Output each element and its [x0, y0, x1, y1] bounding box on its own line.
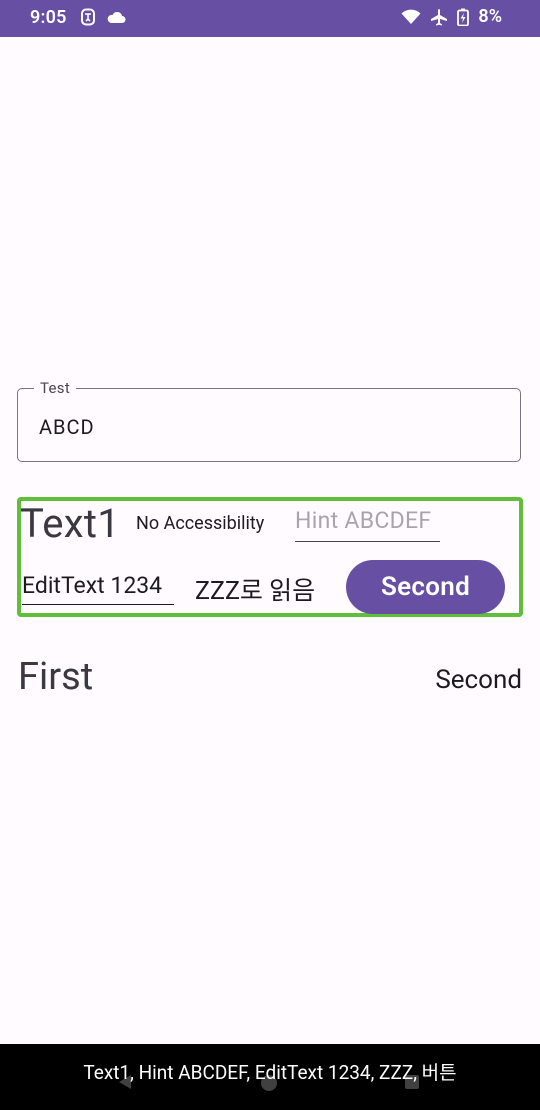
accessibility-icon: [80, 8, 96, 26]
test-field-value[interactable]: ABCD: [39, 415, 95, 439]
status-bar: 9:05 8%: [0, 0, 540, 37]
wifi-icon: [401, 9, 421, 25]
no-accessibility-text: No Accessibility: [136, 513, 265, 534]
second-button-label: Second: [380, 572, 471, 602]
status-time: 9:05: [30, 7, 67, 28]
edittext-value: EditText 1234: [22, 572, 163, 599]
first-label: First: [18, 655, 94, 699]
test-field-label: Test: [34, 379, 77, 397]
second-label: Second: [435, 665, 522, 695]
second-button[interactable]: Second: [346, 560, 505, 614]
bottom-caption-bar: Text1, Hint ABCDEF, EditText 1234, ZZZ, …: [0, 1044, 540, 1110]
accessibility-caption: Text1, Hint ABCDEF, EditText 1234, ZZZ, …: [83, 1061, 457, 1084]
status-right-icons: 8%: [401, 6, 502, 27]
battery-icon: [457, 8, 470, 26]
hint-text-field[interactable]: Hint ABCDEF: [295, 507, 440, 542]
zzz-label: ZZZ로 읽음: [195, 577, 316, 606]
airplane-icon: [430, 8, 448, 26]
cloud-icon: [106, 10, 126, 24]
status-left-icons: [80, 8, 126, 26]
hint-placeholder: Hint ABCDEF: [295, 507, 432, 534]
battery-percent: 8%: [478, 6, 502, 27]
text1-label: Text1: [20, 500, 121, 547]
edittext-field[interactable]: EditText 1234: [22, 572, 174, 605]
test-text-field[interactable]: Test ABCD: [17, 379, 521, 462]
